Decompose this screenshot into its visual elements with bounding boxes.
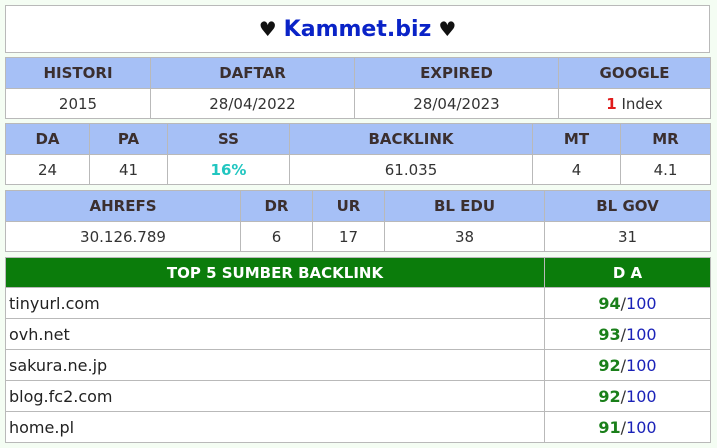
header-bl-edu: BL EDU bbox=[384, 190, 545, 222]
metrics-table: DA PA SS BACKLINK MT MR 24 41 16% 61.035… bbox=[5, 123, 711, 185]
backlink-domain: blog.fc2.com bbox=[5, 380, 545, 412]
value-mt: 4 bbox=[532, 154, 621, 185]
site-title-box: ♥ Kammet.biz ♥ bbox=[5, 5, 710, 53]
header-ss: SS bbox=[167, 123, 290, 155]
backlink-da: 91/100 bbox=[544, 411, 711, 443]
da-max: 100 bbox=[626, 355, 657, 375]
header-google: GOOGLE bbox=[558, 57, 711, 89]
heart-icon-left: ♥ bbox=[258, 17, 277, 41]
ahrefs-table: AHREFS DR UR BL EDU BL GOV 30.126.789 6 … bbox=[5, 190, 711, 252]
value-bl-edu: 38 bbox=[384, 221, 545, 252]
value-ur: 17 bbox=[312, 221, 385, 252]
heart-icon-right: ♥ bbox=[438, 17, 457, 41]
table-row: tinyurl.com 94/100 bbox=[5, 287, 711, 319]
header-mr: MR bbox=[620, 123, 711, 155]
da-max: 100 bbox=[626, 293, 657, 313]
header-dr: DR bbox=[240, 190, 313, 222]
value-pa: 41 bbox=[89, 154, 168, 185]
header-expired: EXPIRED bbox=[354, 57, 559, 89]
value-ahrefs: 30.126.789 bbox=[5, 221, 241, 252]
google-suffix: Index bbox=[621, 94, 663, 113]
da-score: 91 bbox=[598, 417, 621, 437]
table-row: blog.fc2.com 92/100 bbox=[5, 380, 711, 412]
top-backlink-table: TOP 5 SUMBER BACKLINK D A tinyurl.com 94… bbox=[5, 257, 711, 443]
backlink-domain: sakura.ne.jp bbox=[5, 349, 545, 381]
backlink-da: 94/100 bbox=[544, 287, 711, 319]
da-max: 100 bbox=[626, 386, 657, 406]
header-histori: HISTORI bbox=[5, 57, 151, 89]
header-da: DA bbox=[5, 123, 90, 155]
header-ahrefs: AHREFS bbox=[5, 190, 241, 222]
da-score: 94 bbox=[598, 293, 621, 313]
da-max: 100 bbox=[626, 324, 657, 344]
table-row: home.pl 91/100 bbox=[5, 411, 711, 443]
da-score: 93 bbox=[598, 324, 621, 344]
value-backlink: 61.035 bbox=[289, 154, 533, 185]
google-count: 1 bbox=[606, 94, 617, 113]
value-histori: 2015 bbox=[5, 88, 151, 119]
value-dr: 6 bbox=[240, 221, 313, 252]
value-ss: 16% bbox=[167, 154, 290, 185]
backlink-da: 92/100 bbox=[544, 349, 711, 381]
backlink-da: 93/100 bbox=[544, 318, 711, 350]
header-top-sources: TOP 5 SUMBER BACKLINK bbox=[5, 257, 545, 288]
da-score: 92 bbox=[598, 355, 621, 375]
backlink-domain: home.pl bbox=[5, 411, 545, 443]
da-score: 92 bbox=[598, 386, 621, 406]
value-da: 24 bbox=[5, 154, 90, 185]
backlink-da: 92/100 bbox=[544, 380, 711, 412]
value-daftar: 28/04/2022 bbox=[150, 88, 355, 119]
value-expired: 28/04/2023 bbox=[354, 88, 559, 119]
header-da-score: D A bbox=[544, 257, 711, 288]
value-bl-gov: 31 bbox=[544, 221, 711, 252]
da-max: 100 bbox=[626, 417, 657, 437]
header-bl-gov: BL GOV bbox=[544, 190, 711, 222]
table-row: sakura.ne.jp 92/100 bbox=[5, 349, 711, 381]
value-mr: 4.1 bbox=[620, 154, 711, 185]
header-backlink: BACKLINK bbox=[289, 123, 533, 155]
site-name: Kammet.biz bbox=[283, 16, 432, 42]
header-daftar: DAFTAR bbox=[150, 57, 355, 89]
backlink-domain: ovh.net bbox=[5, 318, 545, 350]
overview-table: HISTORI DAFTAR EXPIRED GOOGLE 2015 28/04… bbox=[5, 57, 711, 119]
table-row: ovh.net 93/100 bbox=[5, 318, 711, 350]
header-pa: PA bbox=[89, 123, 168, 155]
header-mt: MT bbox=[532, 123, 621, 155]
value-google: 1 Index bbox=[558, 88, 711, 119]
header-ur: UR bbox=[312, 190, 385, 222]
backlink-domain: tinyurl.com bbox=[5, 287, 545, 319]
